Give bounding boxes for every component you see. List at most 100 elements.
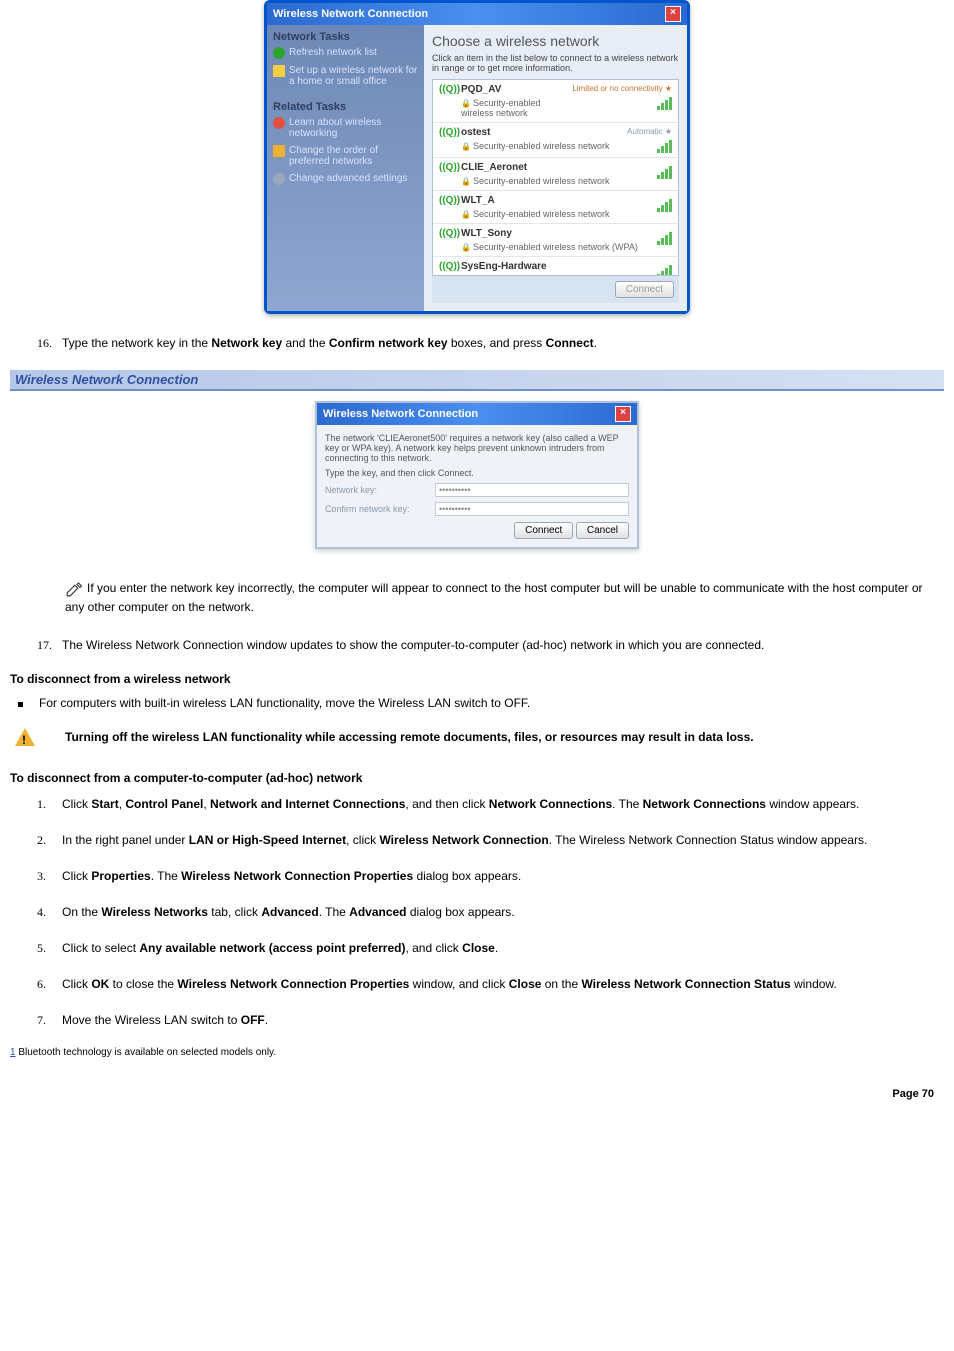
step-number: 6. bbox=[37, 975, 46, 993]
network-item[interactable]: ((Q)) WLT_Sony Security-enabled wireless n… bbox=[433, 224, 678, 257]
pencil-icon bbox=[65, 580, 83, 598]
key-dialog-text1: The network 'CLIEAeronet500' requires a … bbox=[325, 433, 629, 463]
confirm-key-label: Confirm network key: bbox=[325, 504, 425, 514]
network-name: SysEng-Hardware bbox=[461, 261, 651, 272]
close-icon[interactable]: × bbox=[665, 6, 681, 22]
step-number: 2. bbox=[37, 831, 46, 849]
info-icon bbox=[273, 117, 285, 129]
window-titlebar: Wireless Network Connection × bbox=[267, 3, 687, 25]
connect-button[interactable]: Connect bbox=[615, 281, 674, 298]
network-security: Security-enabled wireless network bbox=[461, 209, 651, 219]
network-tasks-heading: Network Tasks bbox=[273, 31, 418, 43]
step-number: 5. bbox=[37, 939, 46, 957]
page-number: Page 70 bbox=[10, 1088, 944, 1100]
network-item[interactable]: ((Q)) PQD_AV Security-enabled wireless net… bbox=[433, 80, 678, 123]
refresh-network-list[interactable]: Refresh network list bbox=[273, 47, 418, 59]
cancel-button[interactable]: Cancel bbox=[576, 522, 629, 539]
heading-disconnect-wireless: To disconnect from a wireless network bbox=[10, 672, 944, 686]
network-key-dialog-figure: Wireless Network Connection × The networ… bbox=[10, 401, 944, 549]
step-number: 17. bbox=[37, 636, 52, 654]
key-dialog-text2: Type the key, and then click Connect. bbox=[325, 468, 629, 478]
signal-icon bbox=[572, 96, 672, 110]
heading-disconnect-adhoc: To disconnect from a computer-to-compute… bbox=[10, 771, 944, 785]
note-text: If you enter the network key incorrectly… bbox=[65, 581, 923, 614]
wireless-connection-window-figure: Wireless Network Connection × Network Ta… bbox=[10, 0, 944, 314]
wifi-icon: ((Q)) bbox=[439, 261, 455, 272]
bullet-icon bbox=[18, 702, 23, 707]
related-tasks-heading: Related Tasks bbox=[273, 101, 418, 113]
adhoc-step: 7. Move the Wireless LAN switch to OFF. bbox=[32, 1011, 944, 1029]
footnote-text: Bluetooth technology is available on sel… bbox=[16, 1047, 277, 1058]
step-text: Move the Wireless LAN switch to OFF. bbox=[62, 1013, 268, 1027]
step-16: 16. Type the network key in the Network … bbox=[32, 334, 944, 352]
network-item[interactable]: ((Q))CLIE_AeronetSecurity-enabled wirele… bbox=[433, 158, 678, 191]
network-key-input[interactable] bbox=[435, 483, 629, 497]
wifi-icon: ((Q)) bbox=[439, 127, 455, 138]
adhoc-step: 5. Click to select Any available network … bbox=[32, 939, 944, 957]
footnote: 1 Bluetooth technology is available on s… bbox=[10, 1047, 944, 1058]
adhoc-step: 1. Click Start, Control Panel, Network an… bbox=[32, 795, 944, 813]
step-text: The Wireless Network Connection window u… bbox=[62, 638, 764, 652]
setup-wireless-network[interactable]: Set up a wireless network for a home or … bbox=[273, 65, 418, 87]
wifi-icon: ((Q)) bbox=[439, 228, 455, 239]
wifi-icon: ((Q)) bbox=[439, 84, 455, 95]
adhoc-step: 6. Click OK to close the Wireless Network… bbox=[32, 975, 944, 993]
network-list[interactable]: ((Q)) PQD_AV Security-enabled wireless net… bbox=[432, 79, 679, 276]
setup-icon bbox=[273, 65, 285, 77]
step-text: Click OK to close the Wireless Network C… bbox=[62, 977, 837, 991]
step-number: 7. bbox=[37, 1011, 46, 1029]
network-name: PQD_AV bbox=[461, 84, 566, 95]
adhoc-step: 4.On the Wireless Networks tab, click Ad… bbox=[32, 903, 944, 921]
learn-about-wireless[interactable]: Learn about wireless networking bbox=[273, 117, 418, 139]
network-security: Security-enabled wireless network bbox=[461, 141, 621, 151]
signal-icon bbox=[657, 198, 672, 212]
signal-icon bbox=[657, 165, 672, 179]
network-name: ostest bbox=[461, 127, 621, 138]
choose-network-pane: Choose a wireless network Click an item … bbox=[424, 25, 687, 311]
step-text: In the right panel under LAN or High-Spe… bbox=[62, 833, 867, 847]
signal-icon bbox=[657, 264, 672, 276]
network-key-label: Network key: bbox=[325, 485, 425, 495]
change-order-preferred[interactable]: Change the order of preferred networks bbox=[273, 145, 418, 167]
connect-button[interactable]: Connect bbox=[514, 522, 573, 539]
window-title: Wireless Network Connection bbox=[273, 8, 428, 20]
network-status: Limited or no connectivity ★ bbox=[572, 84, 672, 93]
key-dialog-title: Wireless Network Connection bbox=[323, 408, 478, 420]
change-advanced-settings[interactable]: Change advanced settings bbox=[273, 173, 418, 185]
gear-icon bbox=[273, 173, 285, 185]
network-name: WLT_A bbox=[461, 195, 651, 206]
bullet-text: For computers with built-in wireless LAN… bbox=[39, 696, 530, 710]
warning-icon bbox=[15, 728, 35, 746]
network-item[interactable]: ((Q))SysEng-HardwareUnsecured wireless n… bbox=[433, 257, 678, 276]
signal-icon bbox=[657, 231, 672, 245]
step-number: 4. bbox=[37, 903, 46, 921]
network-security: Security-enabled wireless network bbox=[461, 176, 651, 186]
step-number: 3. bbox=[37, 867, 46, 885]
page-link-heading: Wireless Network Connection bbox=[10, 370, 944, 391]
step-number: 16. bbox=[37, 334, 52, 352]
warning-text: Turning off the wireless LAN functionali… bbox=[65, 728, 754, 746]
key-dialog-titlebar: Wireless Network Connection × bbox=[317, 403, 637, 425]
wifi-icon: ((Q)) bbox=[439, 195, 455, 206]
bullet-item: For computers with built-in wireless LAN… bbox=[18, 696, 944, 710]
network-item[interactable]: ((Q)) ostest Security-enabled wireless net… bbox=[433, 123, 678, 158]
step-text: Click Properties. The Wireless Network C… bbox=[62, 869, 521, 883]
warning-block: Turning off the wireless LAN functionali… bbox=[15, 728, 944, 746]
step-text: Click Start, Control Panel, Network and … bbox=[62, 797, 859, 811]
network-tasks-pane: Network Tasks Refresh network list Set u… bbox=[267, 25, 424, 311]
network-name: WLT_Sony bbox=[461, 228, 651, 239]
close-icon[interactable]: × bbox=[615, 406, 631, 422]
network-security: Security-enabled wireless network bbox=[461, 98, 566, 118]
signal-icon bbox=[627, 139, 672, 153]
choose-network-title: Choose a wireless network bbox=[432, 33, 679, 49]
star-icon bbox=[273, 145, 285, 157]
confirm-key-input[interactable] bbox=[435, 502, 629, 516]
network-security: Security-enabled wireless network (WPA) bbox=[461, 242, 651, 252]
network-item[interactable]: ((Q)) WLT_A Security-enabled wireless netw… bbox=[433, 191, 678, 224]
note-block: If you enter the network key incorrectly… bbox=[65, 579, 944, 616]
network-status: Automatic ★ bbox=[627, 127, 672, 136]
wifi-icon: ((Q)) bbox=[439, 162, 455, 173]
step-number: 1. bbox=[37, 795, 46, 813]
choose-network-subtitle: Click an item in the list below to conne… bbox=[432, 53, 679, 73]
step-text: Click to select Any available network (a… bbox=[62, 941, 498, 955]
